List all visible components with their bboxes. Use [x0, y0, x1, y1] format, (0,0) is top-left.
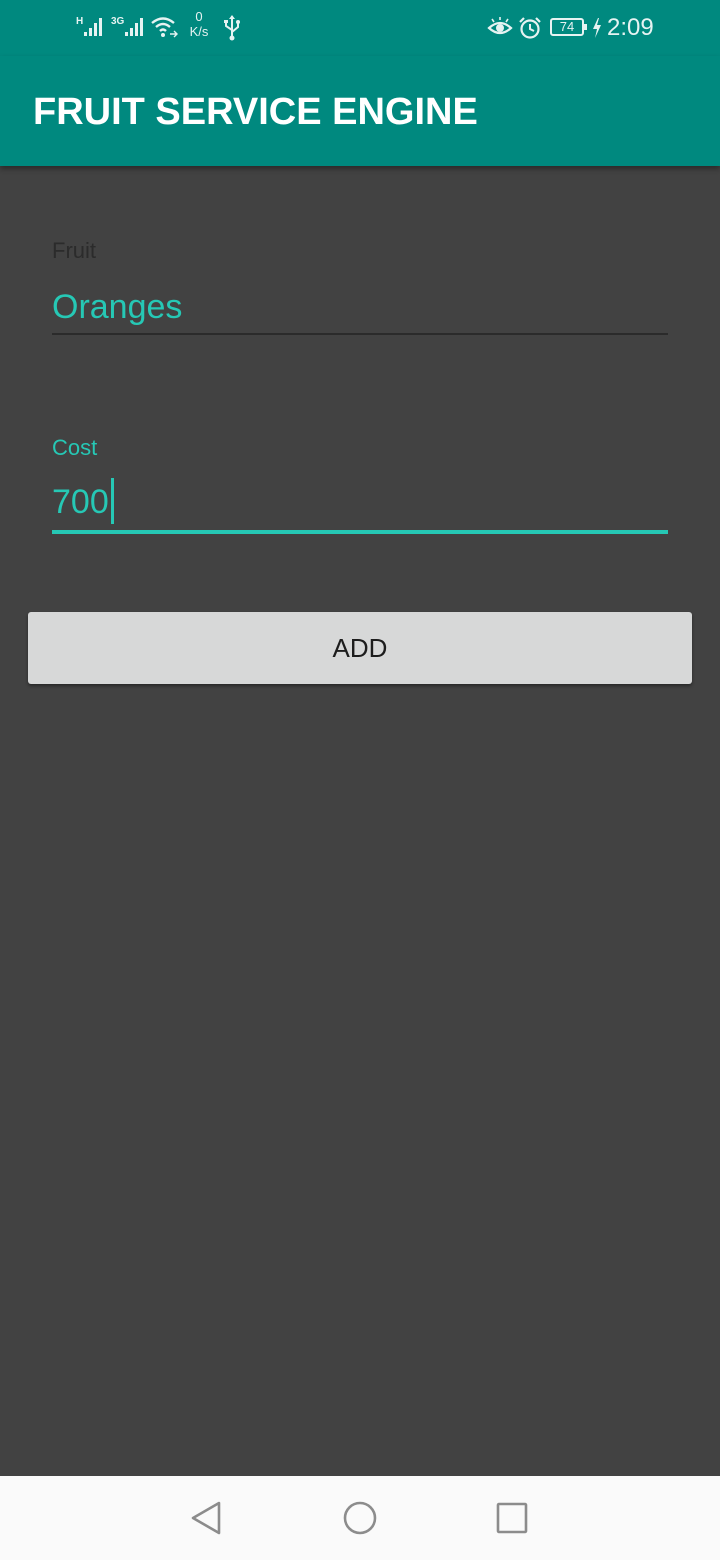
cost-input[interactable]	[52, 481, 668, 523]
signal-h-label: H	[76, 16, 83, 27]
signal-3g-label: 3G	[111, 16, 125, 27]
home-icon[interactable]	[340, 1498, 380, 1538]
text-cursor	[110, 478, 114, 524]
usb-icon	[224, 15, 240, 41]
net-speed: 0 K/s	[186, 9, 212, 39]
eye-comfort-icon	[487, 17, 513, 35]
fruit-field: Fruit	[52, 238, 668, 335]
battery-icon: 74	[550, 18, 587, 36]
app-title: FRUIT SERVICE ENGINE	[33, 91, 478, 133]
navigation-bar	[0, 1476, 720, 1560]
charging-icon	[593, 18, 601, 38]
wifi-icon	[151, 17, 178, 38]
fruit-field-underline	[52, 333, 668, 335]
cost-field-label: Cost	[52, 435, 98, 460]
net-speed-unit: K/s	[189, 24, 209, 39]
recents-icon[interactable]	[492, 1498, 532, 1538]
cost-field: Cost	[52, 435, 668, 534]
cost-field-underline	[52, 530, 668, 534]
net-speed-value: 0	[195, 9, 203, 24]
back-icon[interactable]	[186, 1498, 226, 1538]
fruit-input[interactable]	[52, 286, 668, 328]
status-time: 2:09	[607, 14, 654, 41]
signal-3g-icon: 3G	[111, 16, 143, 36]
signal-h-icon: H	[76, 16, 102, 36]
fruit-field-label: Fruit	[52, 238, 96, 263]
add-button[interactable]: ADD	[28, 612, 692, 684]
app-toolbar: FRUIT SERVICE ENGINE	[0, 56, 720, 166]
status-bar: H 3G 0 K/s 74 2:09	[0, 0, 720, 56]
alarm-icon	[519, 17, 541, 39]
